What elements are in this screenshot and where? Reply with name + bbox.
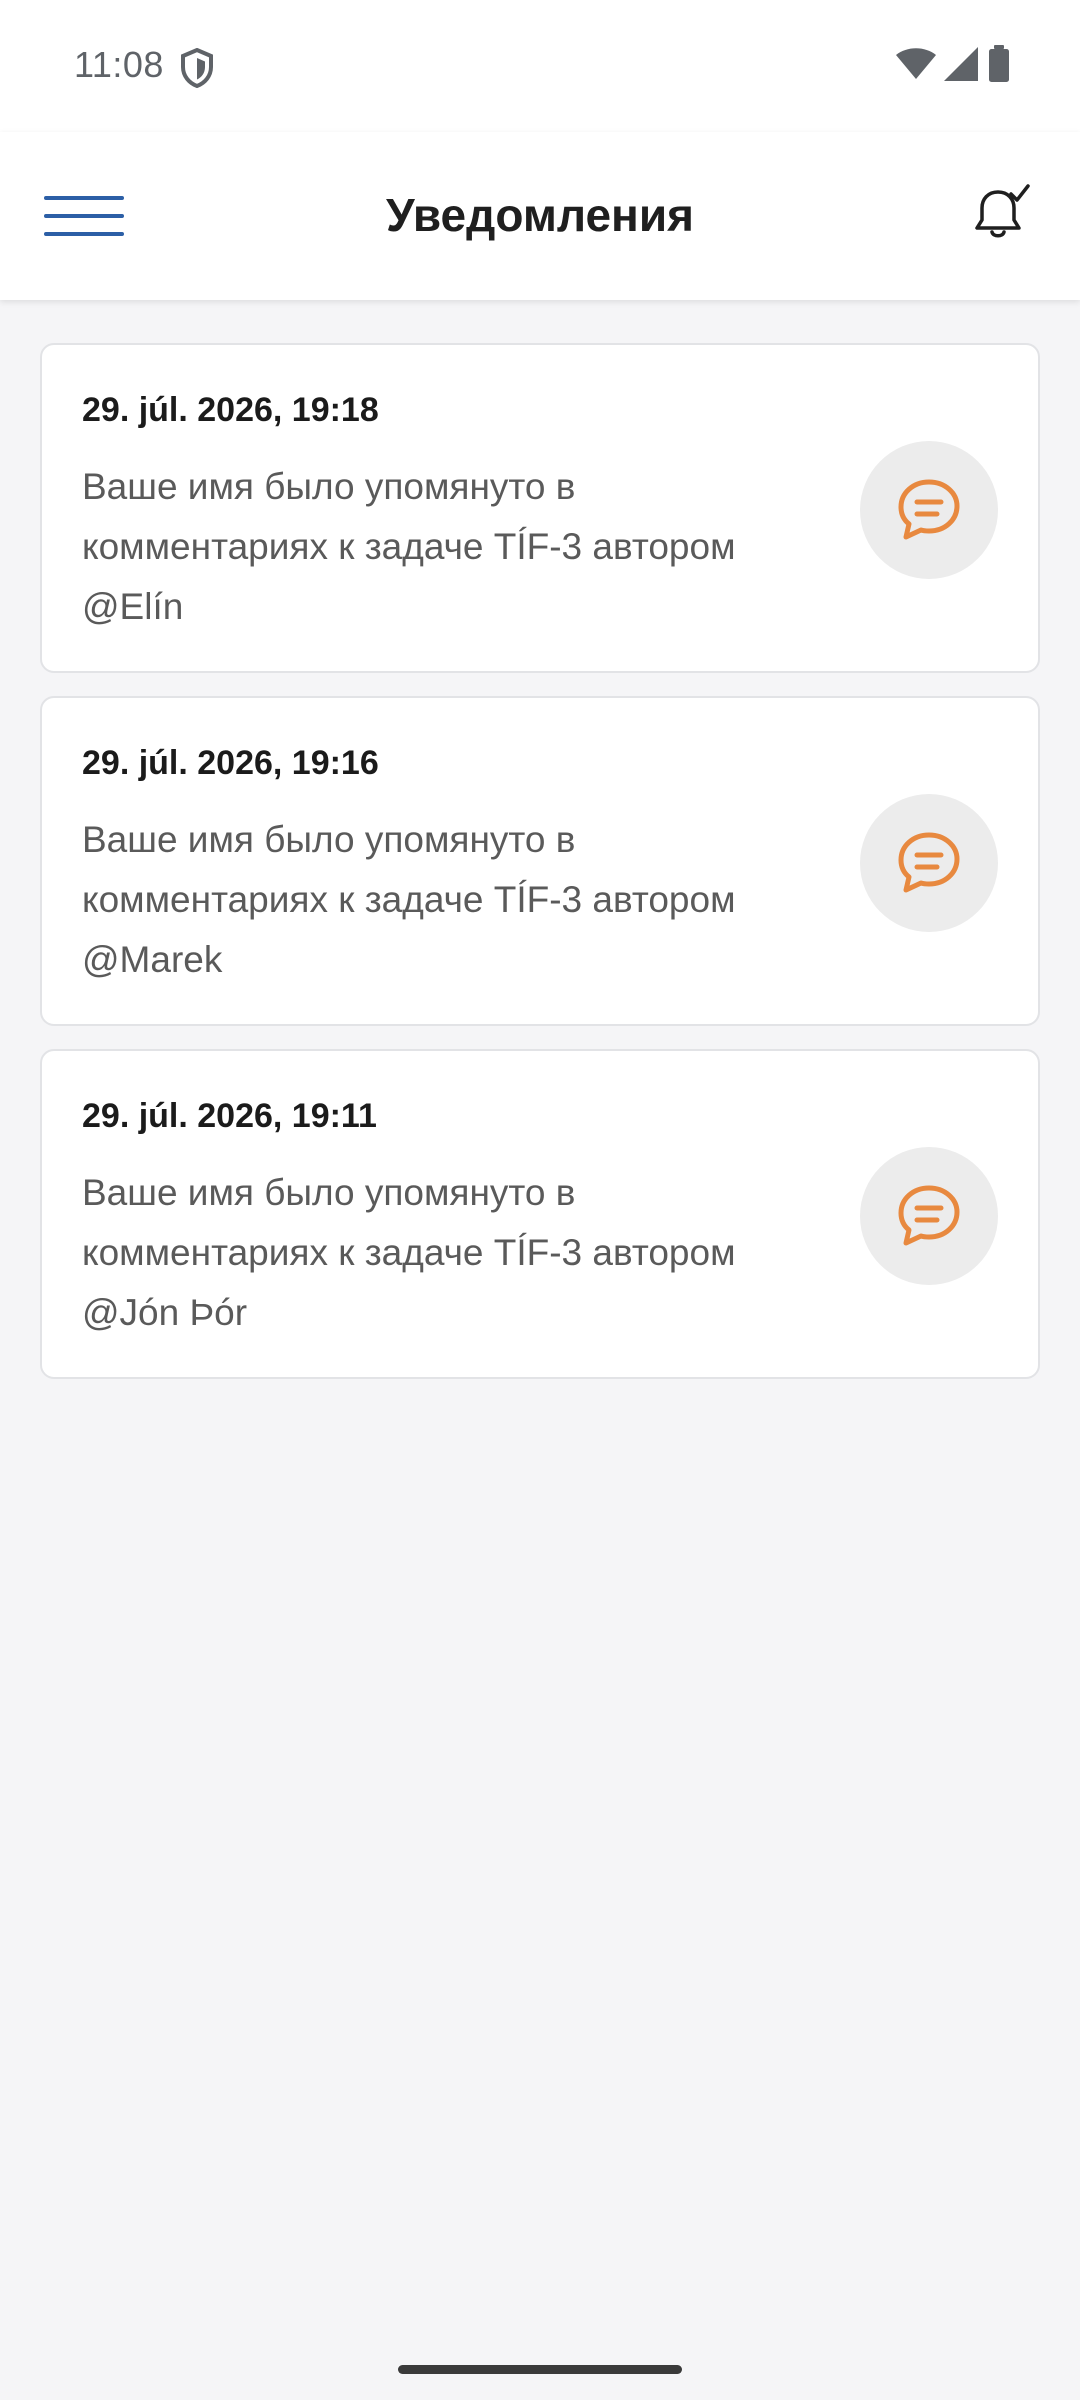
status-bar: 11:08 — [0, 0, 1080, 132]
notification-text: Ваше имя было упомянуто в комментариях к… — [82, 819, 736, 980]
notification-text: Ваше имя было упомянуто в комментариях к… — [82, 466, 736, 627]
status-time: 11:08 — [74, 44, 164, 85]
notification-card[interactable]: 29. júl. 2026, 19:18 Ваше имя было упомя… — [40, 343, 1040, 673]
comment-icon — [860, 794, 998, 932]
notification-date: 29. júl. 2026, 19:18 — [82, 391, 379, 429]
notification-date: 29. júl. 2026, 19:16 — [82, 744, 379, 782]
notification-text: Ваше имя было упомянуто в комментариях к… — [82, 1172, 736, 1333]
battery-icon — [988, 44, 1010, 88]
app-bar: Уведомления — [0, 132, 1080, 300]
signal-icon — [944, 46, 980, 86]
notification-date: 29. júl. 2026, 19:11 — [82, 1097, 377, 1135]
wifi-icon — [896, 47, 936, 86]
notification-card[interactable]: 29. júl. 2026, 19:11 Ваше имя было упомя… — [40, 1049, 1040, 1379]
status-icons — [896, 44, 1010, 88]
page-title: Уведомления — [386, 189, 694, 241]
comment-icon — [860, 1147, 998, 1285]
comment-icon — [860, 441, 998, 579]
home-indicator[interactable] — [398, 2365, 682, 2374]
bell-check-icon[interactable] — [966, 182, 1030, 246]
notification-card[interactable]: 29. júl. 2026, 19:16 Ваше имя было упомя… — [40, 696, 1040, 1026]
shield-icon — [180, 47, 214, 89]
notification-list: 29. júl. 2026, 19:18 Ваше имя было упомя… — [40, 343, 1040, 1402]
